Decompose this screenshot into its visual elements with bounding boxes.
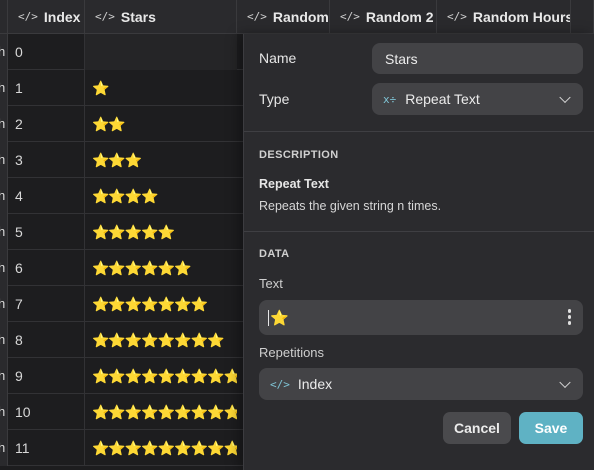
repetitions-select-value: Index xyxy=(297,376,333,392)
divider xyxy=(244,231,594,232)
table-cell-stars[interactable]: ⭐⭐⭐⭐⭐⭐⭐ xyxy=(85,286,237,322)
table-cell-index[interactable]: 9 xyxy=(8,358,85,394)
column-header-index[interactable]: </> Index xyxy=(8,0,85,34)
type-select-value: Repeat Text xyxy=(405,91,480,107)
table-cell-index[interactable]: 11 xyxy=(8,430,85,466)
more-options-icon[interactable] xyxy=(567,309,571,325)
text-cursor xyxy=(268,309,269,326)
column-header-random[interactable]: </> Random xyxy=(237,0,330,34)
name-input-value: Stars xyxy=(385,50,418,67)
table-cell-stars[interactable]: ⭐⭐ xyxy=(85,106,237,142)
code-icon: </> xyxy=(247,10,267,23)
code-icon: </> xyxy=(270,377,290,391)
column-header-more[interactable] xyxy=(571,0,594,34)
code-icon: </> xyxy=(340,10,360,23)
table-cell-stars[interactable] xyxy=(85,34,237,70)
table-cell-index[interactable]: 3 xyxy=(8,142,85,178)
table-cell-stars[interactable]: ⭐⭐⭐ xyxy=(85,142,237,178)
text-input[interactable]: ⭐ xyxy=(259,300,583,335)
column-header-random-2[interactable]: </> Random 2 xyxy=(330,0,437,34)
description-heading: DESCRIPTION xyxy=(259,149,339,161)
column-header-random-hours[interactable]: </> Random Hours xyxy=(437,0,571,34)
description-title: Repeat Text xyxy=(259,177,329,191)
table-cell-partial[interactable]: h xyxy=(0,250,8,286)
table-cell-stars[interactable]: ⭐⭐⭐⭐⭐⭐⭐⭐ xyxy=(85,322,237,358)
code-icon: </> xyxy=(95,10,115,23)
type-label: Type xyxy=(259,91,290,107)
column-editor-panel: Name Stars Type x÷ Repeat Text DESCRIPTI… xyxy=(243,34,594,470)
table-cell-partial[interactable]: h xyxy=(0,286,8,322)
table-cell-partial[interactable]: h xyxy=(0,322,8,358)
chevron-down-icon xyxy=(559,376,571,389)
table-cell-index[interactable]: 1 xyxy=(8,70,85,106)
table-cell-index[interactable]: 7 xyxy=(8,286,85,322)
table-cell-partial[interactable]: h xyxy=(0,70,8,106)
code-icon: </> xyxy=(18,10,38,23)
column-header-label: Stars xyxy=(120,8,156,25)
table-cell-partial[interactable]: h xyxy=(0,358,8,394)
table-cell-index[interactable]: 5 xyxy=(8,214,85,250)
table-cell-index[interactable]: 0 xyxy=(8,34,85,70)
text-label: Text xyxy=(259,276,283,291)
table-cell-index[interactable]: 4 xyxy=(8,178,85,214)
table-cell-stars[interactable]: ⭐⭐⭐⭐⭐ xyxy=(85,214,237,250)
table-cell-stars[interactable]: ⭐⭐⭐⭐ xyxy=(85,178,237,214)
table-cell-index[interactable]: 2 xyxy=(8,106,85,142)
code-icon: </> xyxy=(447,10,467,23)
name-label: Name xyxy=(259,50,297,66)
column-header-label: Random 2 xyxy=(365,8,434,25)
column-header-label: Index xyxy=(43,8,81,25)
type-select[interactable]: x÷ Repeat Text xyxy=(372,83,583,115)
text-input-value: ⭐ xyxy=(270,309,289,327)
column-header-label: Random Hours xyxy=(472,8,571,25)
table-cell-stars[interactable]: ⭐⭐⭐⭐⭐⭐⭐⭐⭐⭐⭐ xyxy=(85,430,237,466)
column-header-stars[interactable]: </> Stars xyxy=(85,0,237,34)
repetitions-select[interactable]: </> Index xyxy=(259,368,583,400)
table-cell-partial[interactable]: h xyxy=(0,106,8,142)
table-cell-partial[interactable]: h xyxy=(0,394,8,430)
table-cell-index[interactable]: 8 xyxy=(8,322,85,358)
table-cell-partial[interactable]: h xyxy=(0,34,8,70)
table-cell-stars[interactable]: ⭐⭐⭐⭐⭐⭐ xyxy=(85,250,237,286)
column-header-partial[interactable] xyxy=(0,0,8,34)
table-cell-index[interactable]: 10 xyxy=(8,394,85,430)
column-header-label: Random xyxy=(272,8,329,25)
table-cell-partial[interactable]: h xyxy=(0,430,8,466)
data-heading: DATA xyxy=(259,248,290,260)
repetitions-label: Repetitions xyxy=(259,345,325,360)
table-cell-partial[interactable]: h xyxy=(0,142,8,178)
table-cell-stars[interactable]: ⭐ xyxy=(85,70,237,106)
name-input[interactable]: Stars xyxy=(372,43,583,74)
description-text: Repeats the given string n times. xyxy=(259,199,442,213)
table-cell-partial[interactable]: h xyxy=(0,178,8,214)
table-cell-stars[interactable]: ⭐⭐⭐⭐⭐⭐⭐⭐⭐ xyxy=(85,358,237,394)
math-operations-icon: x÷ xyxy=(383,92,397,106)
divider xyxy=(244,131,594,132)
table-cell-stars[interactable]: ⭐⭐⭐⭐⭐⭐⭐⭐⭐⭐ xyxy=(85,394,237,430)
table-cell-index[interactable]: 6 xyxy=(8,250,85,286)
table-cell-partial[interactable]: h xyxy=(0,214,8,250)
chevron-down-icon xyxy=(559,91,571,104)
cancel-button[interactable]: Cancel xyxy=(443,412,511,444)
save-button[interactable]: Save xyxy=(519,412,583,444)
